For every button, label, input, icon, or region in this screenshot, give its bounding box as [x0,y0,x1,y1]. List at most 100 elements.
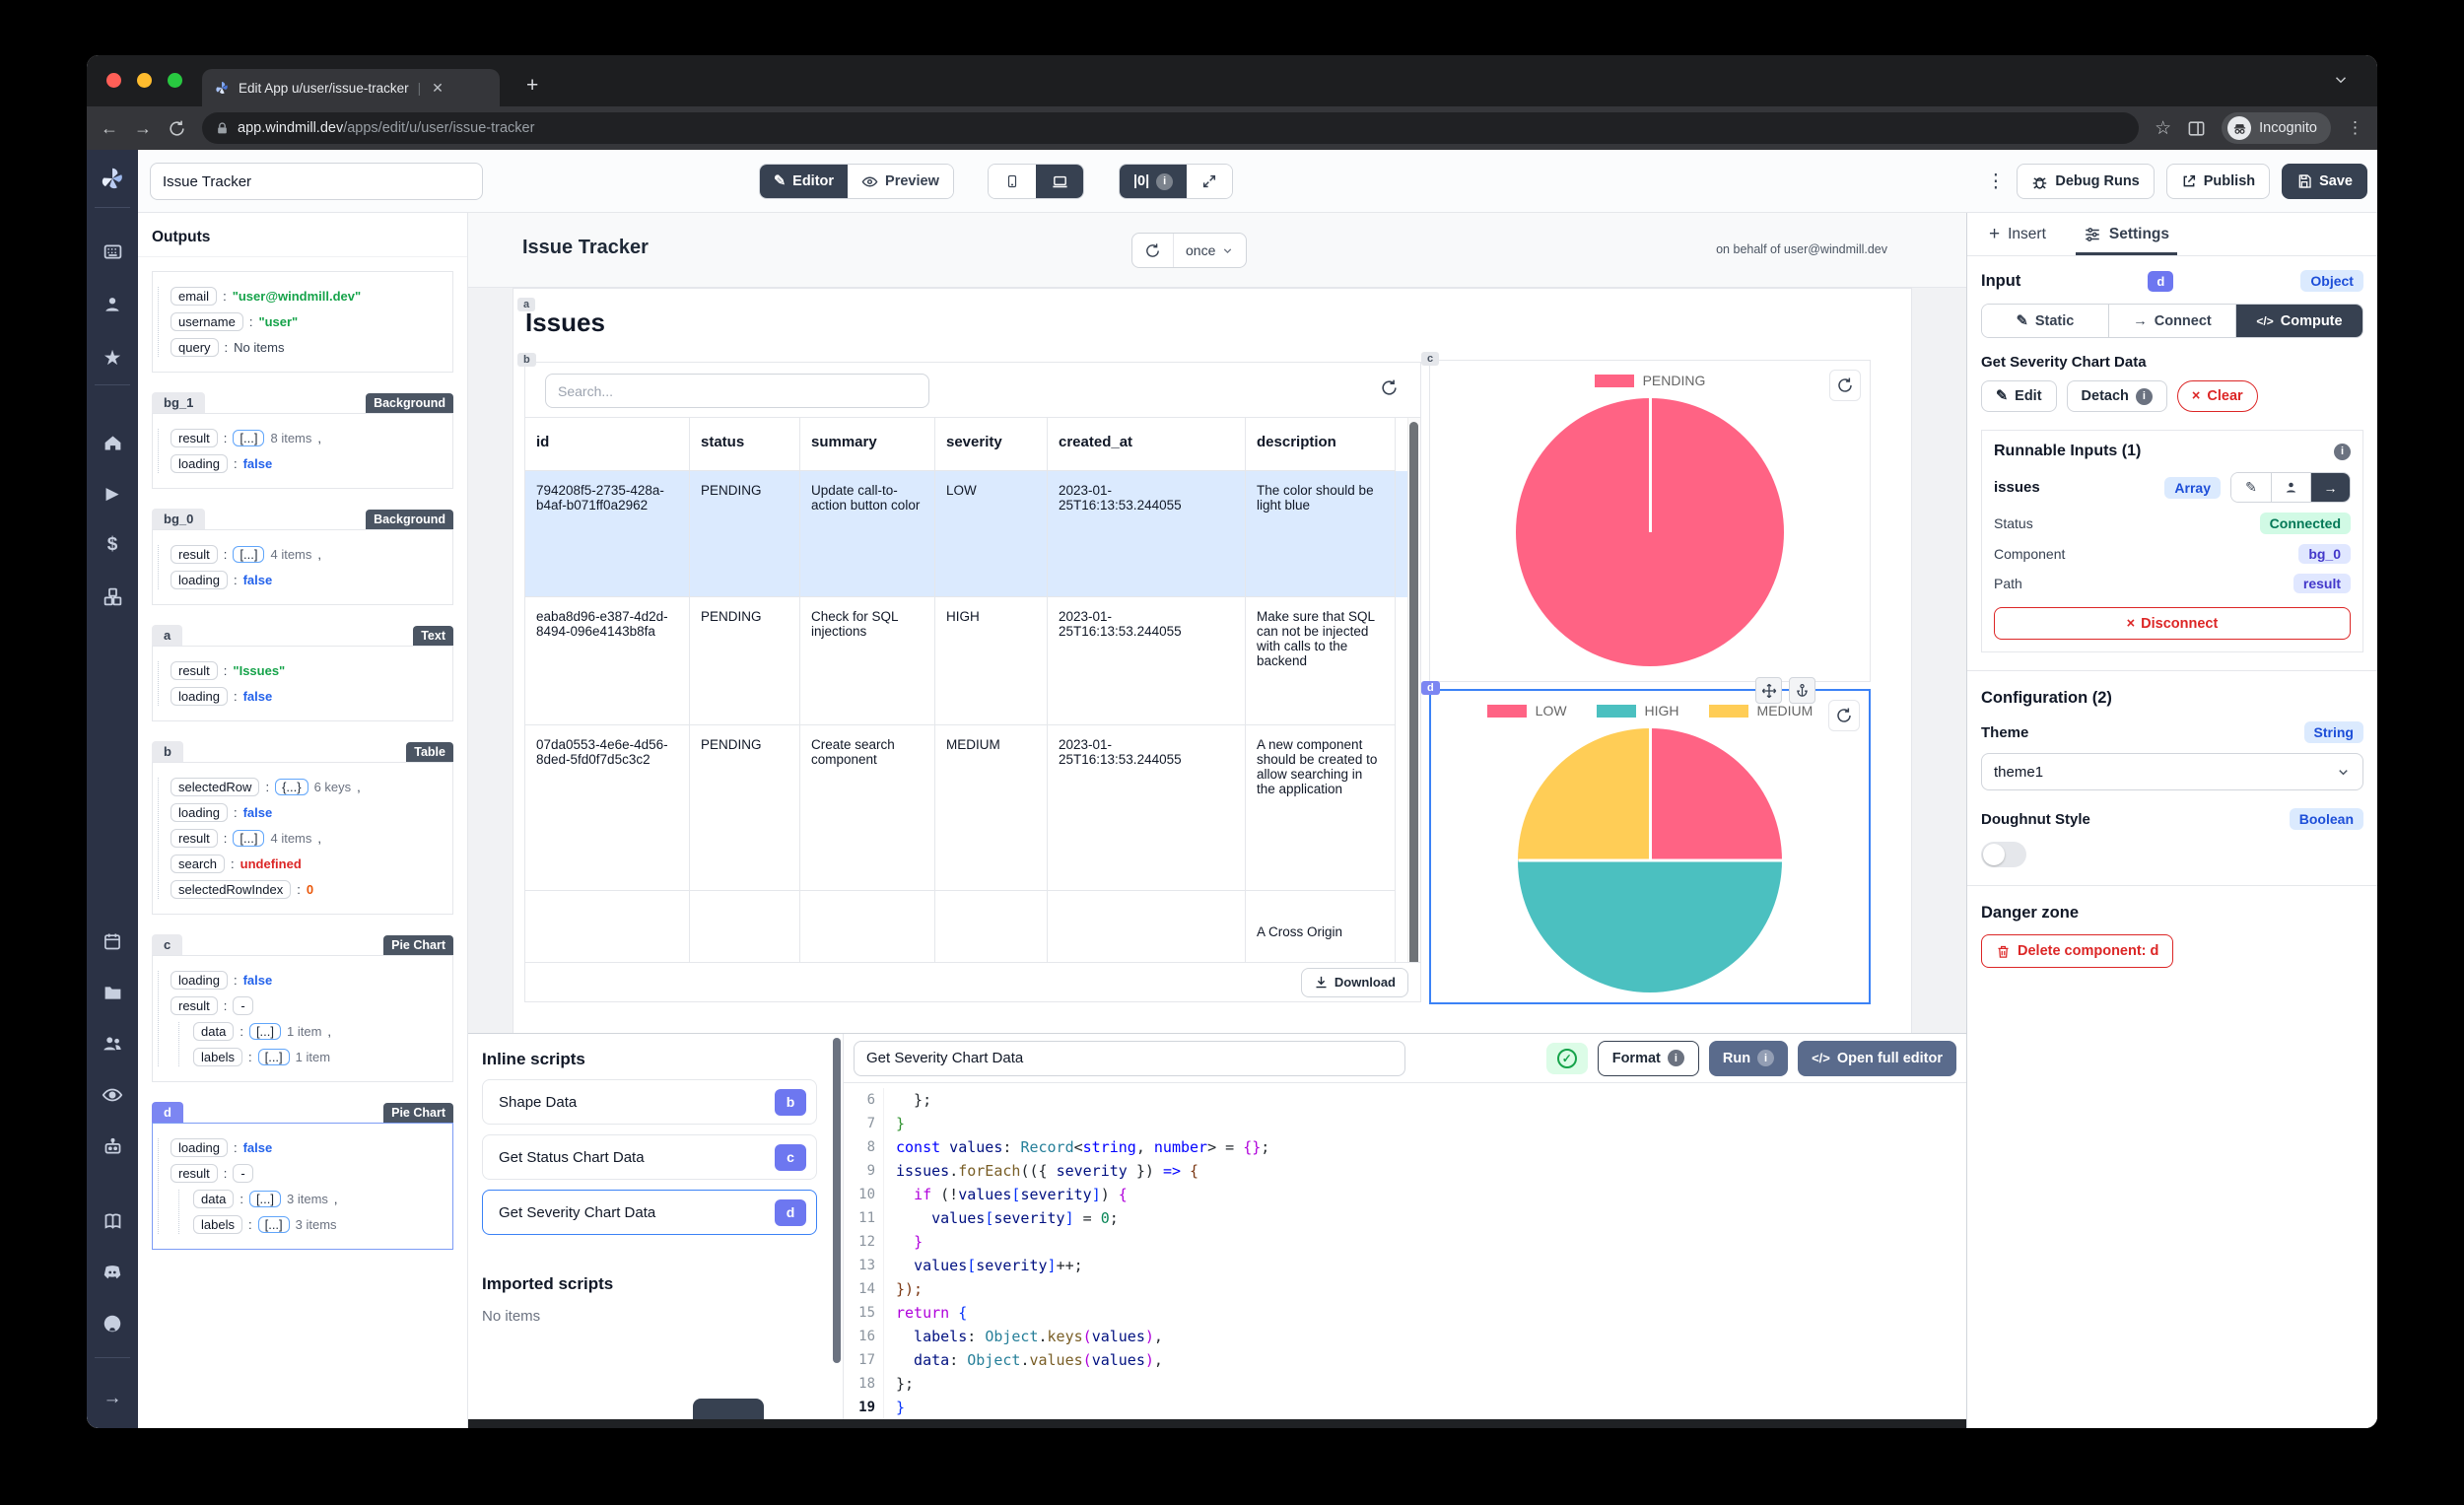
table-header-cell[interactable]: severity [935,418,1048,471]
arg-mode-user[interactable] [2271,473,2310,502]
collapsed-value-pill[interactable]: [...] [248,1023,281,1040]
output-key-pill[interactable]: data [193,1190,235,1208]
code-line[interactable]: 8 const values: Record<string, number> = … [844,1135,1966,1159]
output-key-pill[interactable]: result [171,829,218,848]
output-key-pill[interactable]: data [193,1022,235,1041]
code-line[interactable]: 18}; [844,1372,1966,1396]
output-key-pill[interactable]: loading [171,971,228,990]
code-line[interactable]: 11 values[severity] = 0; [844,1206,1966,1230]
rail-arrow-icon[interactable]: → [87,1384,138,1413]
output-key-pill[interactable]: result [171,996,218,1015]
zoom-window-button[interactable] [168,73,182,88]
issues-heading[interactable]: Issues [525,308,605,338]
collapsed-value-pill[interactable]: [...] [233,546,265,563]
omnibox[interactable]: app.windmill.dev/apps/edit/u/user/issue-… [202,112,2140,144]
value-pill[interactable]: - [233,996,253,1015]
output-key-pill[interactable]: selectedRow [171,778,260,796]
output-key-pill[interactable]: loading [171,454,228,473]
legend-item[interactable]: PENDING [1594,373,1705,388]
output-key-pill[interactable]: email [171,287,218,306]
component-id-chip[interactable]: bg_0 [152,509,206,529]
collapsed-value-pill[interactable]: [...] [257,1049,290,1065]
browser-menu-icon[interactable]: ⋮ [2347,118,2363,138]
code-line[interactable]: 6 }; [844,1088,1966,1112]
back-icon[interactable]: ← [101,118,118,139]
value-pill[interactable]: - [233,1164,253,1183]
arg-mode-static[interactable]: ✎ [2231,473,2271,502]
script-item[interactable]: Get Severity Chart Data d [482,1190,817,1235]
component-id-chip[interactable]: a [152,625,183,646]
component-badge-c[interactable]: c [1421,352,1440,366]
output-key-pill[interactable]: query [171,338,219,357]
output-key-pill[interactable]: result [171,545,218,564]
output-key-pill[interactable]: username [171,312,243,331]
mobile-toggle[interactable] [989,165,1036,198]
code-line[interactable]: 19} [844,1396,1966,1419]
component-id-chip[interactable]: c [152,934,183,955]
collapsed-value-pill[interactable]: [...] [233,430,265,446]
rail-dollar-icon[interactable]: $ [87,530,138,560]
rail-calendar-icon[interactable] [87,926,138,956]
code-line[interactable]: 17 data: Object.values(values), [844,1348,1966,1372]
rail-discord-icon[interactable] [87,1258,138,1287]
table-row[interactable]: eaba8d96-e387-4d2d-8494-096e4143b8fa PEND… [525,597,1420,725]
tab-close-icon[interactable]: ✕ [432,80,444,97]
table-scrollbar[interactable] [1407,418,1420,962]
script-name-input[interactable] [854,1040,1405,1076]
browser-tab[interactable]: Edit App u/user/issue-tracker | ✕ [202,69,500,106]
status-pie-chart-component[interactable]: PENDING [1429,360,1871,682]
script-item[interactable]: Get Status Chart Data c [482,1134,817,1180]
code-line[interactable]: 12 } [844,1230,1966,1254]
app-name-input[interactable] [150,163,483,200]
panel-scrollbar[interactable] [831,1034,843,1428]
rail-grid-icon[interactable] [87,237,138,266]
table-header-cell[interactable]: status [690,418,800,471]
code-line[interactable]: 7} [844,1112,1966,1135]
table-header-cell[interactable]: summary [800,418,935,471]
desktop-toggle[interactable] [1036,165,1083,198]
code-line[interactable]: 16 labels: Object.keys(values), [844,1325,1966,1348]
code-area[interactable]: 6 }; 7} 8 const values: Record<string, numb… [844,1083,1966,1428]
clear-button[interactable]: × Clear [2176,380,2258,412]
rail-github-icon[interactable] [87,1309,138,1338]
collapsed-value-pill[interactable]: [...] [248,1191,281,1207]
publish-button[interactable]: Publish [2165,164,2271,199]
output-key-pill[interactable]: loading [171,1138,228,1157]
rail-home-icon[interactable] [87,428,138,457]
legend-item[interactable]: MEDIUM [1708,703,1813,718]
bookmark-star-icon[interactable]: ☆ [2155,117,2171,140]
table-row[interactable]: A Cross Origin [525,891,1420,962]
minimize-window-button[interactable] [137,73,152,88]
component-id-chip[interactable]: d [152,1102,183,1123]
output-key-pill[interactable]: search [171,855,226,873]
code-line[interactable]: 14}); [844,1277,1966,1301]
close-window-button[interactable] [106,73,121,88]
pie-chart[interactable] [1516,398,1784,666]
tab-settings[interactable]: Settings [2075,213,2178,255]
collapsed-value-pill[interactable]: [...] [233,830,265,847]
delete-component-button[interactable]: Delete component: d [1981,934,2174,968]
editor-toggle[interactable]: ✎ Editor [760,165,849,198]
rail-book-icon[interactable] [87,1206,138,1236]
code-line[interactable]: 13 values[severity]++; [844,1254,1966,1277]
component-badge-a[interactable]: a [517,298,536,311]
tab-list-chevron-icon[interactable] [2332,71,2350,89]
rail-folder-icon[interactable] [87,978,138,1007]
theme-select[interactable]: theme1 [1981,753,2363,790]
table-row[interactable]: 794208f5-2735-428a-b4af-b071ff0a2962 PEND… [525,471,1420,597]
component-id-chip[interactable]: b [152,741,183,762]
component-badge-b[interactable]: b [517,353,536,367]
table-header-cell[interactable]: created_at [1048,418,1246,471]
rail-star-icon[interactable]: ★ [87,343,138,373]
component-badge[interactable]: bg_0 [2298,544,2351,564]
table-search-input[interactable] [545,374,929,408]
chart-refresh-icon[interactable] [1829,370,1861,401]
chart-refresh-icon[interactable] [1828,700,1860,731]
legend-item[interactable]: HIGH [1596,703,1679,718]
download-button[interactable]: Download [1300,967,1408,997]
output-key-pill[interactable]: selectedRowIndex [171,880,292,899]
rail-windmill-logo[interactable] [87,164,138,193]
more-menu-icon[interactable]: ⋮ [1986,171,2005,193]
tab-insert[interactable]: + Insert [1989,213,2046,255]
disconnect-button[interactable]: × Disconnect [1994,607,2351,640]
